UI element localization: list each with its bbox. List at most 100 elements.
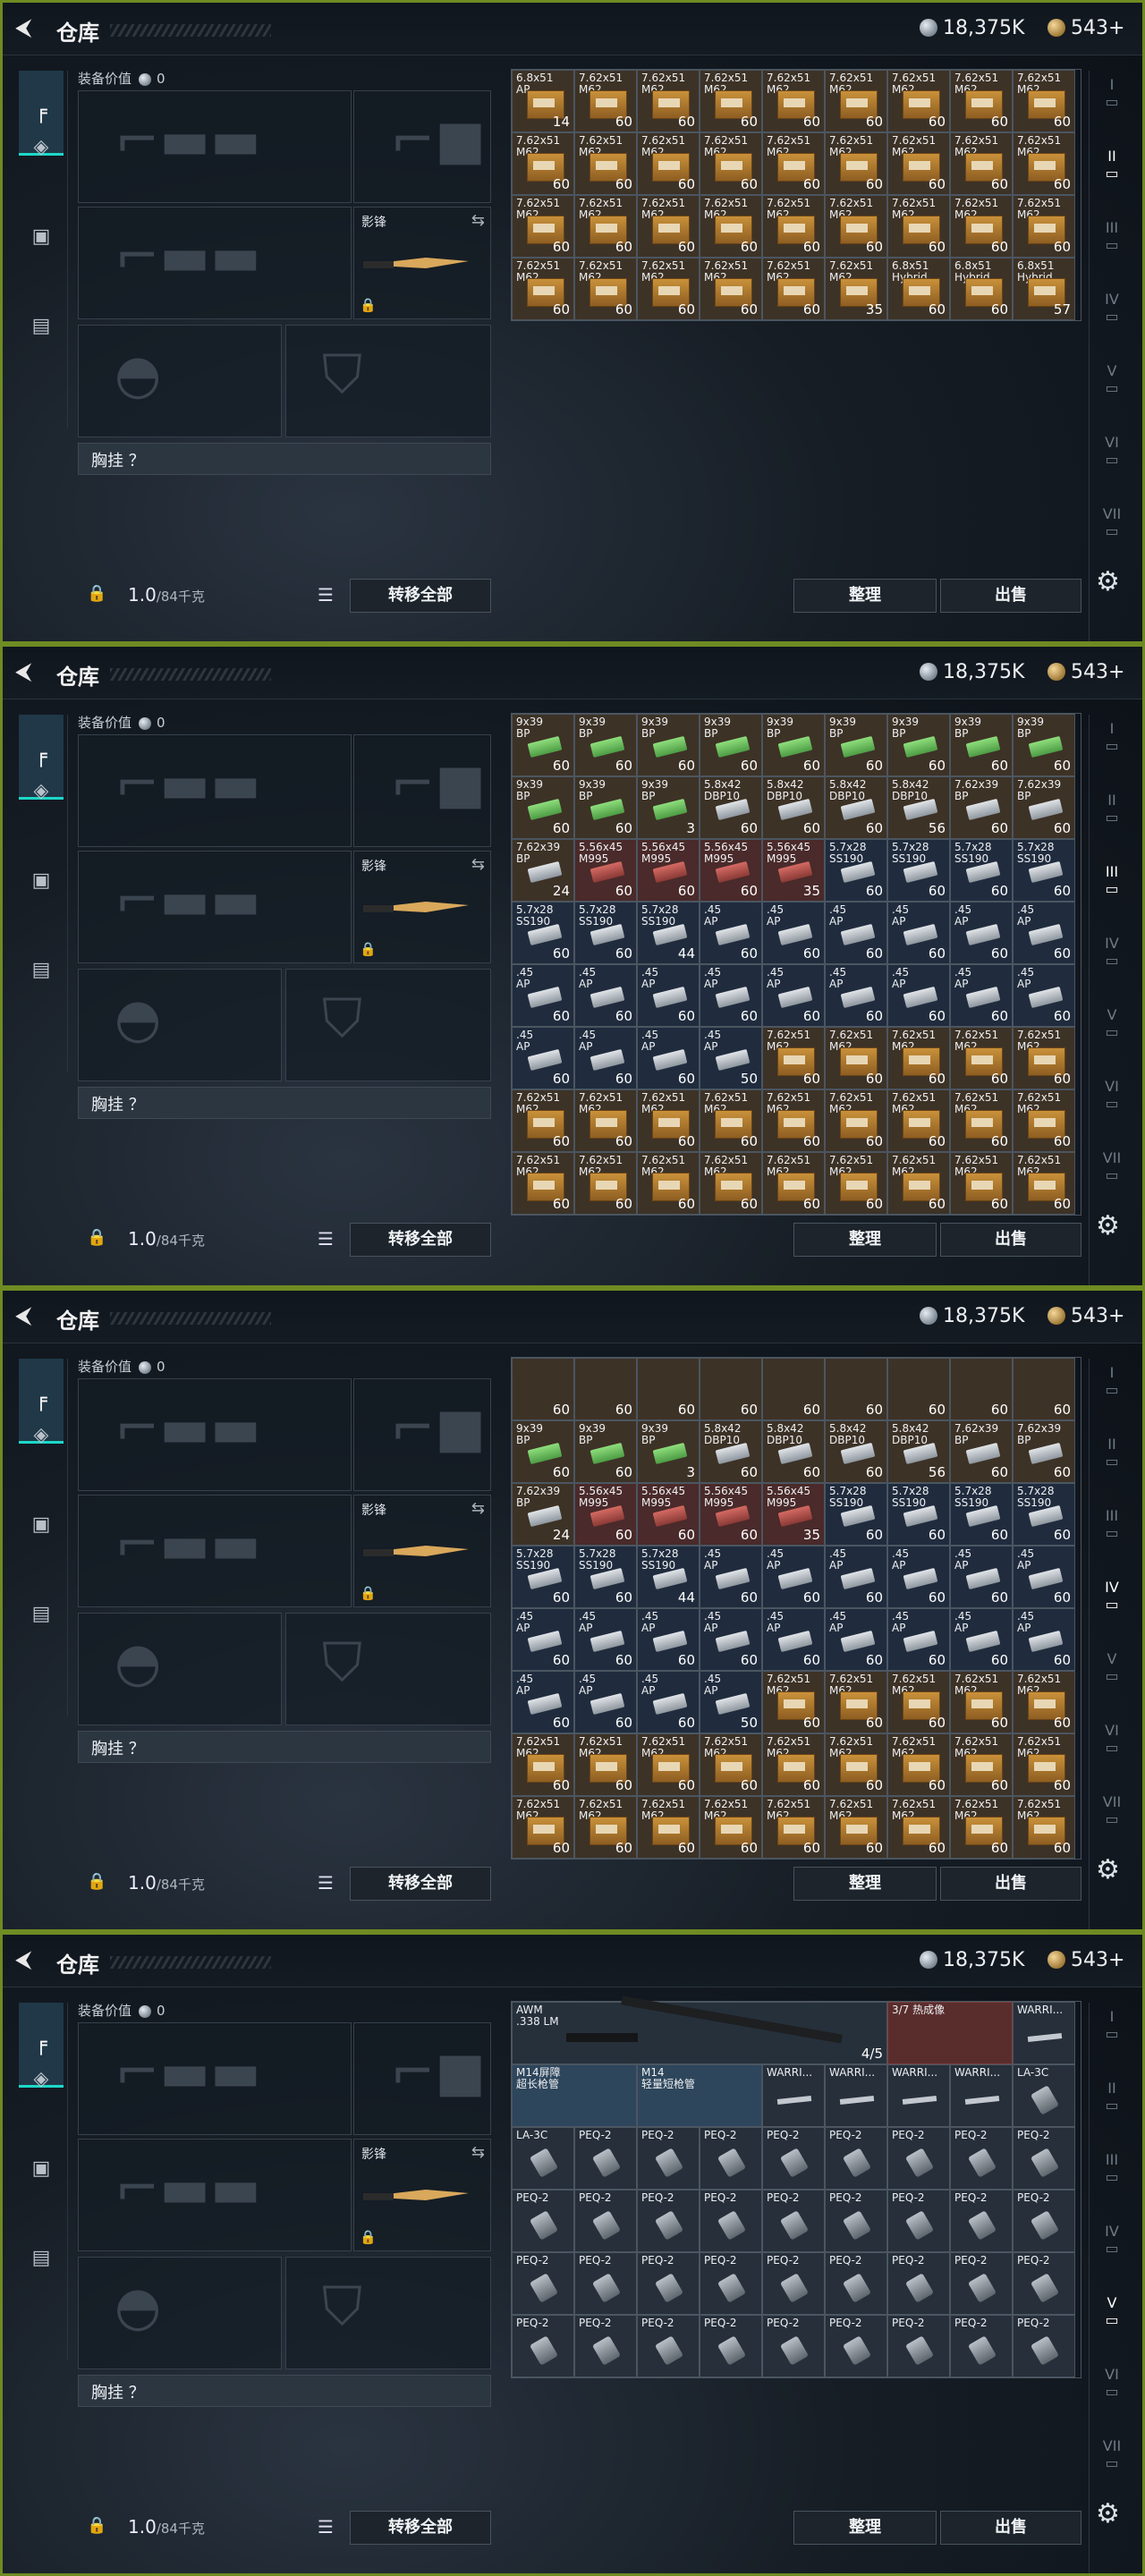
- sort-button[interactable]: 整理: [793, 1223, 937, 1257]
- back-arrow-icon[interactable]: ⮜: [15, 659, 40, 684]
- storage-tab-2[interactable]: II ▭: [1097, 1436, 1127, 1470]
- melee-slot[interactable]: 影锋 ⇆ 🔒: [353, 207, 491, 319]
- inventory-item[interactable]: 7.62x51 M62 60: [512, 258, 574, 320]
- inventory-item[interactable]: 7.62x51 M62 60: [574, 70, 637, 132]
- inventory-item[interactable]: 7.62x51 M62 60: [512, 1152, 574, 1215]
- inventory-item[interactable]: PEQ-2: [1013, 2315, 1075, 2377]
- armor-icon[interactable]: ◈: [19, 768, 64, 813]
- storage-tab-3[interactable]: III ▭: [1097, 1507, 1127, 1541]
- inventory-item[interactable]: 7.62x51 M62 60: [825, 1671, 887, 1733]
- inventory-item[interactable]: 9x39 BP 60: [512, 1420, 574, 1483]
- inventory-item[interactable]: 7.62x51 M62 60: [762, 1027, 825, 1089]
- inventory-item[interactable]: .45 AP 60: [637, 1608, 700, 1671]
- storage-tab-4[interactable]: IV ▭: [1097, 935, 1127, 969]
- swap-icon[interactable]: ⇆: [471, 2143, 485, 2162]
- inventory-item[interactable]: 5.8x42 DBP10 60: [825, 1420, 887, 1483]
- inventory-item[interactable]: .45 AP 60: [825, 1546, 887, 1608]
- storage-tab-4[interactable]: IV ▭: [1097, 291, 1127, 325]
- chest-rig-slot[interactable]: 胸挂 ？: [78, 443, 491, 475]
- inventory-item[interactable]: .45 AP 60: [887, 902, 950, 964]
- inventory-item[interactable]: 7.62x51 M62 60: [950, 1733, 1013, 1796]
- inventory-item[interactable]: PEQ-2: [887, 2315, 950, 2377]
- inventory-item[interactable]: 60: [700, 1358, 762, 1420]
- inventory-item[interactable]: 60: [637, 1358, 700, 1420]
- inventory-item[interactable]: 7.62x51 M62 60: [574, 1796, 637, 1859]
- chest-rig-slot[interactable]: 胸挂 ？: [78, 1731, 491, 1763]
- backpack-icon[interactable]: ▣: [19, 214, 64, 258]
- inventory-item[interactable]: 7.62x51 M62 60: [950, 195, 1013, 258]
- inventory-item[interactable]: 5.56x45 M995 60: [700, 1483, 762, 1546]
- gear-icon[interactable]: ⚙: [1096, 566, 1120, 597]
- inventory-item[interactable]: 7.62x51 M62 60: [574, 132, 637, 195]
- melee-slot[interactable]: 影锋 ⇆ 🔒: [353, 851, 491, 963]
- inventory-item[interactable]: 7.62x51 M62 60: [637, 1796, 700, 1859]
- helmet-slot[interactable]: ◓: [78, 2257, 282, 2369]
- inventory-item[interactable]: 7.62x51 M62 60: [1013, 1733, 1075, 1796]
- gear-icon[interactable]: ⚙: [1096, 1854, 1120, 1885]
- inventory-item[interactable]: 5.8x42 DBP10 56: [887, 776, 950, 839]
- inventory-item[interactable]: PEQ-2: [762, 2127, 825, 2190]
- list-icon[interactable]: ☰: [318, 2516, 334, 2538]
- inventory-item[interactable]: 7.62x51 M62 60: [1013, 1027, 1075, 1089]
- inventory-item[interactable]: 7.62x51 M62 60: [700, 1089, 762, 1152]
- inventory-item[interactable]: 9x39 BP 3: [637, 1420, 700, 1483]
- inventory-item[interactable]: PEQ-2: [700, 2315, 762, 2377]
- storage-tab-4[interactable]: IV ▭: [1097, 2223, 1127, 2257]
- transfer-all-button[interactable]: 转移全部: [350, 1867, 491, 1901]
- inventory-item[interactable]: 7.62x51 M62 60: [637, 1089, 700, 1152]
- sell-button[interactable]: 出售: [940, 1223, 1081, 1257]
- storage-tab-4[interactable]: IV ▭: [1097, 1579, 1127, 1613]
- inventory-item[interactable]: 7.62x39 BP 24: [512, 1483, 574, 1546]
- inventory-item[interactable]: 60: [1013, 1358, 1075, 1420]
- inventory-item[interactable]: 5.7x28 SS190 60: [574, 1546, 637, 1608]
- case-icon[interactable]: ▤: [19, 303, 64, 348]
- inventory-item[interactable]: PEQ-2: [950, 2190, 1013, 2252]
- inventory-item[interactable]: PEQ-2: [574, 2252, 637, 2315]
- inventory-item[interactable]: 7.62x51 M62 60: [887, 1152, 950, 1215]
- sell-button[interactable]: 出售: [940, 2511, 1081, 2545]
- inventory-item[interactable]: 7.62x51 M62 60: [950, 1089, 1013, 1152]
- inventory-item[interactable]: PEQ-2: [825, 2315, 887, 2377]
- inventory-item[interactable]: .45 AP 60: [700, 1546, 762, 1608]
- inventory-item[interactable]: 7.62x51 M62 60: [887, 132, 950, 195]
- inventory-item[interactable]: 5.56x45 M995 60: [574, 839, 637, 902]
- inventory-item[interactable]: 7.62x51 M62 60: [887, 1027, 950, 1089]
- inventory-item[interactable]: PEQ-2: [825, 2190, 887, 2252]
- back-arrow-icon[interactable]: ⮜: [15, 1303, 40, 1328]
- inventory-item[interactable]: 7.62x51 M62 60: [512, 1733, 574, 1796]
- thermal-scope-item[interactable]: 3/7 热成像: [887, 2002, 1013, 2064]
- inventory-item[interactable]: 9x39 BP 60: [950, 714, 1013, 776]
- sell-button[interactable]: 出售: [940, 1867, 1081, 1901]
- inventory-item[interactable]: PEQ-2: [512, 2252, 574, 2315]
- inventory-item[interactable]: 9x39 BP 60: [762, 714, 825, 776]
- transfer-all-button[interactable]: 转移全部: [350, 2511, 491, 2545]
- inventory-item[interactable]: .45 AP 60: [1013, 1546, 1075, 1608]
- backpack-icon[interactable]: ▣: [19, 2146, 64, 2190]
- pistol-slot[interactable]: ⌐■: [353, 90, 491, 203]
- inventory-item[interactable]: .45 AP 60: [762, 1608, 825, 1671]
- inventory-item[interactable]: 9x39 BP 60: [700, 714, 762, 776]
- primary-weapon-slot[interactable]: ⌐▬▬: [78, 1378, 352, 1491]
- inventory-item[interactable]: 5.56x45 M995 60: [700, 839, 762, 902]
- melee-slot[interactable]: 影锋 ⇆ 🔒: [353, 1495, 491, 1607]
- inventory-item[interactable]: 5.7x28 SS190 60: [512, 1546, 574, 1608]
- inventory-item[interactable]: 7.62x51 M62 60: [700, 195, 762, 258]
- inventory-item[interactable]: 5.8x42 DBP10 60: [700, 776, 762, 839]
- storage-tab-3[interactable]: III ▭: [1097, 2151, 1127, 2185]
- inventory-item[interactable]: 5.7x28 SS190 60: [1013, 1483, 1075, 1546]
- inventory-item[interactable]: .45 AP 60: [512, 964, 574, 1027]
- inventory-item[interactable]: 7.62x51 M62 60: [700, 70, 762, 132]
- inventory-item[interactable]: .45 AP 60: [887, 1608, 950, 1671]
- inventory-item[interactable]: .45 AP 50: [700, 1027, 762, 1089]
- gold-currency[interactable]: 543+: [1047, 661, 1124, 683]
- armor-slot[interactable]: ⛉: [285, 2257, 491, 2369]
- storage-tab-7[interactable]: VII ▭: [1097, 505, 1127, 539]
- inventory-item[interactable]: 9x39 BP 60: [574, 776, 637, 839]
- storage-tab-5[interactable]: V ▭: [1097, 362, 1127, 396]
- inventory-item[interactable]: 7.62x51 M62 60: [1013, 70, 1075, 132]
- primary-weapon-slot[interactable]: ⌐▬▬: [78, 90, 352, 203]
- inventory-item[interactable]: 5.56x45 M995 60: [637, 839, 700, 902]
- inventory-item[interactable]: 7.62x51 M62 60: [762, 132, 825, 195]
- inventory-item[interactable]: 7.62x51 M62 60: [825, 70, 887, 132]
- armor-slot[interactable]: ⛉: [285, 325, 491, 437]
